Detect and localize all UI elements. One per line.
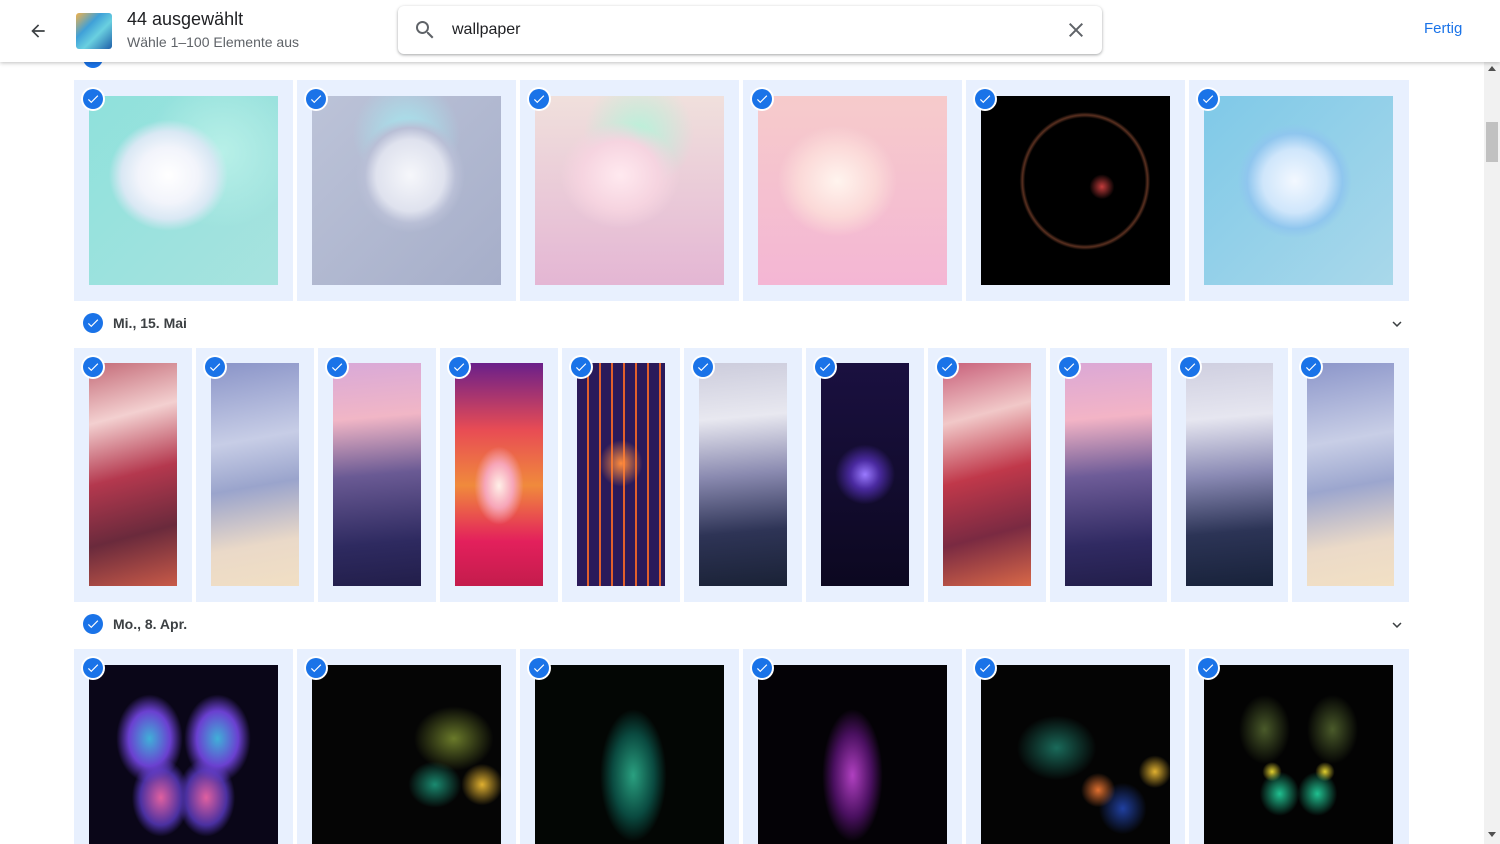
photo-tile[interactable] [966,649,1185,844]
album-thumbnail [76,13,112,49]
check-circle-icon[interactable] [83,357,103,377]
scroll-up-arrow-icon[interactable] [1488,66,1496,71]
wallpaper-image [981,96,1170,285]
wallpaper-image [535,665,724,844]
photo-tile[interactable] [1171,348,1288,602]
chevron-down-icon[interactable] [1388,616,1406,634]
check-circle-icon[interactable] [1198,658,1218,678]
done-button[interactable]: Fertig [1424,20,1462,37]
scroll-down-arrow-icon[interactable] [1488,832,1496,837]
date-label: Mo., 8. Apr. [113,616,188,632]
top-app-bar: 44 ausgewählt Wähle 1–100 Elemente aus F… [0,0,1500,62]
date-header: Mi., 15. Mai [83,313,1413,335]
check-circle-icon[interactable] [975,658,995,678]
check-circle-icon[interactable] [752,89,772,109]
wallpaper-image [89,665,278,844]
check-circle-icon[interactable] [1301,357,1321,377]
back-arrow-icon[interactable] [22,15,54,47]
photo-tile[interactable] [297,80,516,301]
wallpaper-image [758,96,947,285]
wallpaper-image [89,96,278,285]
photo-tile[interactable] [928,348,1046,602]
photo-tile[interactable] [743,80,962,301]
scrollbar[interactable] [1484,62,1500,844]
photo-tile[interactable] [806,348,924,602]
wallpaper-image [333,363,421,586]
selection-hint: Wähle 1–100 Elemente aus [127,34,299,50]
wallpaper-image [758,665,947,844]
photo-tile[interactable] [74,348,192,602]
search-icon[interactable] [413,18,437,42]
check-circle-icon[interactable] [529,658,549,678]
wallpaper-image [1204,96,1393,285]
close-icon[interactable] [1064,18,1088,42]
selection-count-title: 44 ausgewählt [127,9,244,29]
wallpaper-image [1065,363,1152,586]
check-circle-icon[interactable] [975,89,995,109]
check-circle-icon[interactable] [1180,357,1200,377]
check-circle-icon[interactable] [815,357,835,377]
wallpaper-image [312,96,501,285]
photo-tile[interactable] [1189,649,1409,844]
photo-tile[interactable] [1292,348,1409,602]
photo-tile[interactable] [1189,80,1409,301]
check-circle-icon[interactable] [83,89,103,109]
check-circle-icon[interactable] [571,357,591,377]
scrollbar-thumb[interactable] [1486,122,1498,162]
wallpaper-image [699,363,787,586]
check-circle-icon[interactable] [83,614,103,634]
photo-tile[interactable] [196,348,314,602]
wallpaper-image [455,363,543,586]
wallpaper-image [89,363,177,586]
photo-tile[interactable] [74,80,293,301]
photo-tile[interactable] [74,649,293,844]
photo-grid: Mi., 15. Mai Mo., 8. Apr. [0,62,1484,844]
check-circle-icon[interactable] [306,89,326,109]
wallpaper-image [981,665,1170,844]
chevron-down-icon[interactable] [1388,315,1406,333]
photo-tile[interactable] [1050,348,1167,602]
check-circle-icon[interactable] [752,658,772,678]
wallpaper-image [1204,665,1393,844]
photo-tile[interactable] [743,649,962,844]
photo-tile[interactable] [440,348,558,602]
wallpaper-image [312,665,501,844]
search-box[interactable] [398,6,1102,54]
check-circle-icon[interactable] [83,313,103,333]
check-circle-icon[interactable] [306,658,326,678]
photo-tile[interactable] [562,348,680,602]
date-header: Mo., 8. Apr. [83,614,1413,636]
photo-tile[interactable] [520,649,739,844]
check-circle-icon[interactable] [1198,89,1218,109]
check-circle-icon[interactable] [1059,357,1079,377]
wallpaper-image [577,363,665,586]
check-circle-icon[interactable] [83,658,103,678]
wallpaper-image [211,363,299,586]
check-circle-icon[interactable] [83,62,103,68]
photo-tile[interactable] [684,348,802,602]
wallpaper-image [821,363,909,586]
search-input[interactable] [452,18,1032,42]
wallpaper-image [1186,363,1273,586]
wallpaper-image [1307,363,1394,586]
photo-tile[interactable] [520,80,739,301]
photo-tile[interactable] [318,348,436,602]
photo-tile[interactable] [297,649,516,844]
wallpaper-image [943,363,1031,586]
check-circle-icon[interactable] [693,357,713,377]
wallpaper-image [535,96,724,285]
check-circle-icon[interactable] [327,357,347,377]
photo-tile[interactable] [966,80,1185,301]
check-circle-icon[interactable] [205,357,225,377]
date-label: Mi., 15. Mai [113,315,187,331]
check-circle-icon[interactable] [529,89,549,109]
check-circle-icon[interactable] [449,357,469,377]
check-circle-icon[interactable] [937,357,957,377]
